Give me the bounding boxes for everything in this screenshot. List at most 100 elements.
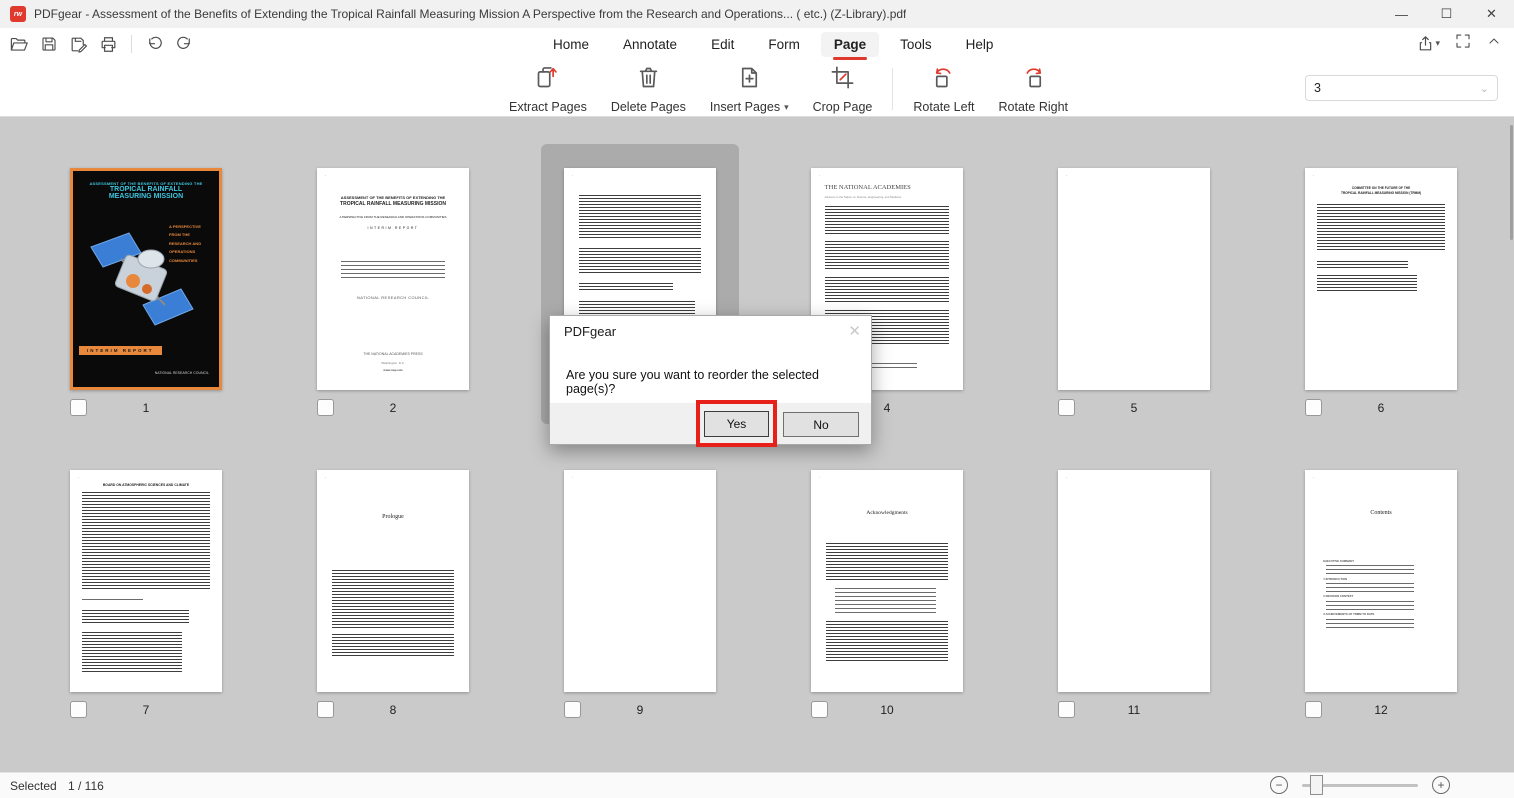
tab-form[interactable]: Form: [755, 32, 813, 57]
page-number-label: 11: [1058, 703, 1210, 717]
tab-edit[interactable]: Edit: [698, 32, 747, 57]
extract-pages-button[interactable]: Extract Pages: [505, 62, 591, 116]
maximize-button[interactable]: ☐: [1424, 0, 1469, 28]
open-file-icon[interactable]: [8, 34, 29, 55]
ribbon-divider: [892, 68, 893, 110]
collapse-ribbon-icon[interactable]: [1486, 33, 1502, 54]
zoom-slider[interactable]: [1302, 784, 1418, 787]
insert-pages-label: Insert Pages: [710, 100, 780, 114]
vertical-scrollbar[interactable]: [1510, 125, 1513, 240]
tab-home[interactable]: Home: [540, 32, 602, 57]
rotate-right-label: Rotate Right: [999, 100, 1068, 114]
delete-pages-label: Delete Pages: [611, 100, 686, 114]
redo-icon[interactable]: [174, 34, 195, 55]
page-thumbnail-6[interactable]: ·COMMITTEE ON THE FUTURE OF THETROPICAL …: [1305, 168, 1457, 390]
tab-help[interactable]: Help: [953, 32, 1007, 57]
crop-page-label: Crop Page: [813, 100, 873, 114]
thumb-heading: COMMITTEE ON THE FUTURE OF THE: [1305, 186, 1457, 190]
no-button[interactable]: No: [783, 412, 859, 437]
rotate-right-icon: [1020, 64, 1047, 96]
page-thumbnail-10[interactable]: ·Acknowledgments: [811, 470, 963, 692]
thumb-heading: MEASURING MISSION: [77, 193, 215, 200]
thumb-heading: NATIONAL RESEARCH COUNCIL: [155, 371, 209, 375]
page-thumbnail-1[interactable]: ASSESSMENT OF THE BENEFITS OF EXTENDING …: [70, 168, 222, 390]
dialog-close-icon[interactable]: ✕: [848, 322, 861, 340]
thumb-heading: Acknowledgments: [811, 510, 963, 516]
reorder-confirm-dialog: PDFgear ✕ Are you sure you want to reord…: [549, 315, 872, 445]
print-icon[interactable]: [98, 34, 119, 55]
thumb-heading: Advisers to the Nation on Science, Engin…: [811, 195, 963, 199]
extract-pages-icon: [534, 64, 561, 96]
thumb-heading: Contents: [1305, 510, 1457, 516]
thumb-heading: TROPICAL RAINFALL: [77, 186, 215, 193]
thumb-heading: INTERIM REPORT: [317, 226, 469, 230]
thumb-heading: TROPICAL RAINFALL MEASURING MISSION (TRM…: [1305, 191, 1457, 195]
extract-pages-label: Extract Pages: [509, 100, 587, 114]
page-thumbnail-8[interactable]: ·Prologue: [317, 470, 469, 692]
page-thumbnail-9[interactable]: ·: [564, 470, 716, 692]
page-number-label: 2: [317, 401, 469, 415]
page-thumbnail-2[interactable]: ·ASSESSMENT OF THE BENEFITS OF EXTENDING…: [317, 168, 469, 390]
thumb-heading: www.nap.edu: [317, 368, 469, 372]
rotate-left-button[interactable]: Rotate Left: [909, 62, 978, 116]
delete-pages-icon: [635, 64, 662, 96]
dialog-title: PDFgear: [564, 324, 616, 339]
rotate-left-icon: [930, 64, 957, 96]
menu-bar: Home Annotate Edit Form Page Tools Help …: [0, 28, 1514, 60]
page-ribbon: Extract Pages Delete Pages Insert Pages▾…: [0, 60, 1514, 117]
save-icon[interactable]: [38, 34, 59, 55]
thumb-heading: 2 DECISION CONTEXT: [1305, 594, 1457, 598]
thumb-heading: A PERSPECTIVE FROM THE RESEARCH AND OPER…: [317, 215, 469, 219]
zoom-out-button[interactable]: −: [1270, 776, 1288, 794]
thumb-heading: Washington, D.C.: [317, 361, 469, 365]
window-title: PDFgear - Assessment of the Benefits of …: [34, 7, 906, 21]
pdfgear-app-icon: rw: [10, 6, 26, 22]
insert-pages-button[interactable]: Insert Pages▾: [706, 62, 793, 116]
page-number-label: 7: [70, 703, 222, 717]
tab-annotate[interactable]: Annotate: [610, 32, 690, 57]
page-number-label: 9: [564, 703, 716, 717]
tab-page[interactable]: Page: [821, 32, 879, 57]
undo-icon[interactable]: [144, 34, 165, 55]
page-number-label: 10: [811, 703, 963, 717]
thumb-heading: Prologue: [317, 514, 469, 520]
fullscreen-icon[interactable]: [1454, 32, 1472, 55]
thumb-heading: 1 INTRODUCTION: [1305, 577, 1457, 581]
title-bar: rw PDFgear - Assessment of the Benefits …: [0, 0, 1514, 28]
close-button[interactable]: ✕: [1469, 0, 1514, 28]
rotate-right-button[interactable]: Rotate Right: [995, 62, 1072, 116]
thumb-heading: THE NATIONAL ACADEMIES PRESS: [317, 352, 469, 356]
page-thumbnail-7[interactable]: ·BOARD ON ATMOSPHERIC SCIENCES AND CLIMA…: [70, 470, 222, 692]
page-thumbnail-11[interactable]: ·: [1058, 470, 1210, 692]
thumb-heading: INTERIM REPORT: [79, 346, 162, 355]
thumb-heading: THE NATIONAL ACADEMIES: [811, 184, 963, 191]
delete-pages-button[interactable]: Delete Pages: [607, 62, 690, 116]
crop-page-icon: [829, 64, 856, 96]
page-number-selector[interactable]: 3 ⌄: [1305, 75, 1498, 101]
rotate-left-label: Rotate Left: [913, 100, 974, 114]
ribbon-tabs: Home Annotate Edit Form Page Tools Help: [540, 28, 1006, 60]
page-number-label: 6: [1305, 401, 1457, 415]
share-icon[interactable]: ▾: [1416, 34, 1440, 53]
thumb-heading: BOARD ON ATMOSPHERIC SCIENCES AND CLIMAT…: [70, 483, 222, 487]
tab-tools[interactable]: Tools: [887, 32, 945, 57]
toolbar-divider: [131, 35, 132, 53]
dialog-message: Are you sure you want to reorder the sel…: [566, 368, 871, 396]
page-number-label: 12: [1305, 703, 1457, 717]
selected-label: Selected: [10, 779, 57, 793]
minimize-button[interactable]: —: [1379, 0, 1424, 28]
page-number-label: 8: [317, 703, 469, 717]
save-as-icon[interactable]: [68, 34, 89, 55]
page-thumbnail-12[interactable]: ·ContentsEXECUTIVE SUMMARY1 INTRODUCTION…: [1305, 470, 1457, 692]
highlight-annotation-box: [696, 400, 777, 447]
status-bar: Selected 1 / 116 − +: [0, 772, 1514, 798]
thumb-heading: NATIONAL RESEARCH COUNCIL: [317, 295, 469, 300]
zoom-in-button[interactable]: +: [1432, 776, 1450, 794]
selected-count: 1 / 116: [68, 779, 104, 793]
satellite-cover-art: [81, 219, 201, 339]
crop-page-button[interactable]: Crop Page: [809, 62, 877, 116]
page-thumbnail-5[interactable]: ·: [1058, 168, 1210, 390]
page-number-value: 3: [1314, 81, 1321, 95]
zoom-slider-handle[interactable]: [1310, 775, 1323, 795]
combo-caret-icon: ⌄: [1480, 82, 1489, 95]
